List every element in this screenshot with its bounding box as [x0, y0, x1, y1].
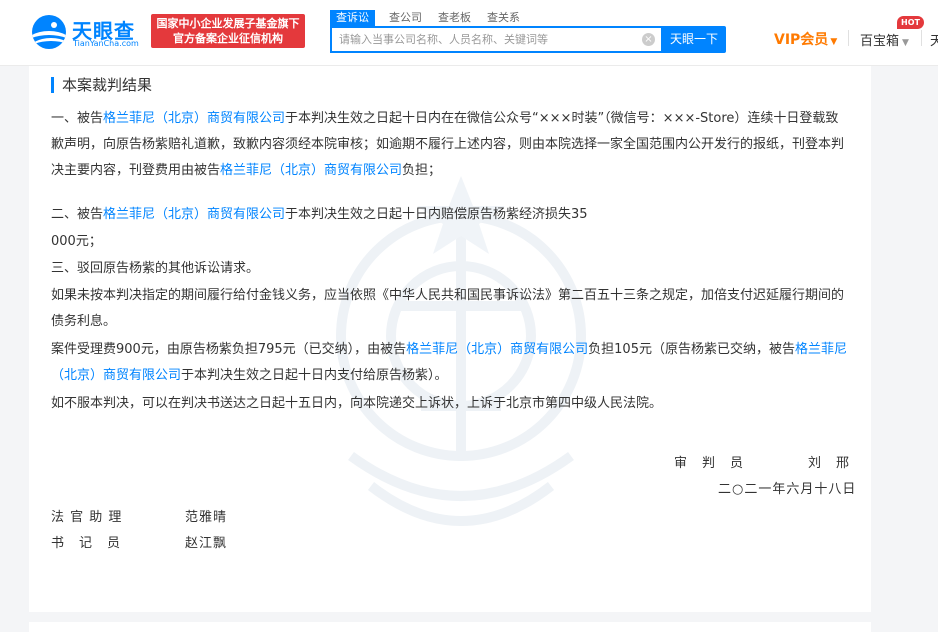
- company-link[interactable]: 格兰菲尼（北京）商贸有限公司: [103, 111, 285, 126]
- tab-relation[interactable]: 查关系: [481, 10, 526, 26]
- company-link[interactable]: 格兰菲尼（北京）商贸有限公司: [406, 342, 588, 357]
- text-segment: 于本判决生效之日起十日内赔偿原告杨紫经济损失35: [285, 207, 588, 222]
- nav-divider: [848, 30, 849, 46]
- clerk-name: 赵江飘: [185, 536, 228, 551]
- tab-company[interactable]: 查公司: [383, 10, 428, 26]
- judgment-item-3: 三、驳回原告杨紫的其他诉讼请求。: [51, 261, 260, 276]
- certification-badge[interactable]: 国家中小企业发展子基金旗下 官方备案企业征信机构: [151, 14, 305, 48]
- judge-title: 审 判 员: [674, 456, 745, 471]
- judgment-card: 本案裁判结果 一、被告格兰菲尼（北京）商贸有限公司于本判决生效之日起十日内在在微…: [29, 66, 871, 612]
- nav-more-item[interactable]: 天: [930, 30, 938, 49]
- text-segment: 负担105元（原告杨紫已交纳，被告: [588, 342, 795, 357]
- assistant-title: 法 官 助 理: [51, 510, 123, 525]
- text-segment: 于本判决生效之日起十日内支付给原告杨紫）。: [181, 368, 448, 383]
- chevron-down-icon: ▼: [830, 37, 838, 47]
- section-title: 本案裁判结果: [51, 77, 152, 93]
- text-segment: 案件受理费900元，由原告杨紫负担795元（已交纳），由被告: [51, 342, 407, 357]
- logo-mark-icon: [32, 15, 66, 49]
- search-input[interactable]: [332, 28, 637, 51]
- nav-divider: [921, 30, 922, 46]
- toolbox-menu[interactable]: 百宝箱 ▼: [860, 30, 909, 49]
- judgment-item-2: 二、被告格兰菲尼（北京）商贸有限公司于本判决生效之日起十日内赔偿原告杨紫经济损失…: [51, 202, 851, 228]
- clear-icon[interactable]: ×: [642, 33, 655, 46]
- hot-badge: HOT: [897, 16, 924, 29]
- text-segment: 负担；: [402, 163, 442, 178]
- badge-line-2: 官方备案企业征信机构: [173, 32, 283, 45]
- judgment-date: 二○二一年六月十八日: [718, 482, 857, 497]
- tab-lawsuit[interactable]: 查诉讼: [330, 10, 375, 26]
- toolbox-label: 百宝箱: [860, 34, 900, 49]
- company-link[interactable]: 格兰菲尼（北京）商贸有限公司: [220, 163, 402, 178]
- judgment-item-5: 案件受理费900元，由原告杨紫负担795元（已交纳），由被告格兰菲尼（北京）商贸…: [51, 337, 851, 389]
- judgment-item-6: 如不服本判决，可以在判决书送达之日起十五日内，向本院递交上诉状，上诉于北京市第四…: [51, 396, 663, 411]
- top-header: 天眼查 TianYanCha.com 国家中小企业发展子基金旗下 官方备案企业征…: [0, 0, 938, 66]
- logo[interactable]: 天眼查 TianYanCha.com: [32, 14, 142, 50]
- company-link[interactable]: 格兰菲尼（北京）商贸有限公司: [103, 207, 285, 222]
- search-box: ×: [330, 26, 663, 53]
- judgment-item-1: 一、被告格兰菲尼（北京）商贸有限公司于本判决生效之日起十日内在在微信公众号“××…: [51, 106, 851, 184]
- vip-label: VIP会员: [774, 32, 829, 48]
- vip-menu[interactable]: VIP会员 ▼: [774, 29, 837, 49]
- next-card: [29, 622, 871, 632]
- assistant-name: 范雅晴: [185, 510, 228, 525]
- logo-url: TianYanCha.com: [73, 39, 139, 48]
- chevron-down-icon: ▼: [902, 38, 909, 48]
- badge-line-1: 国家中小企业发展子基金旗下: [156, 17, 300, 30]
- judge-name: 刘 邢: [808, 456, 851, 471]
- text-segment: 一、被告: [51, 111, 104, 126]
- tab-boss[interactable]: 查老板: [432, 10, 477, 26]
- text-segment: 二、被告: [51, 207, 104, 222]
- judgment-item-4: 如果未按本判决指定的期间履行给付金钱义务，应当依照《中华人民共和国民事诉讼法》第…: [51, 288, 845, 329]
- search-button[interactable]: 天眼一下: [662, 26, 726, 53]
- judgment-item-2-cont: 000元；: [51, 234, 102, 249]
- clerk-title: 书 记 员: [51, 536, 122, 551]
